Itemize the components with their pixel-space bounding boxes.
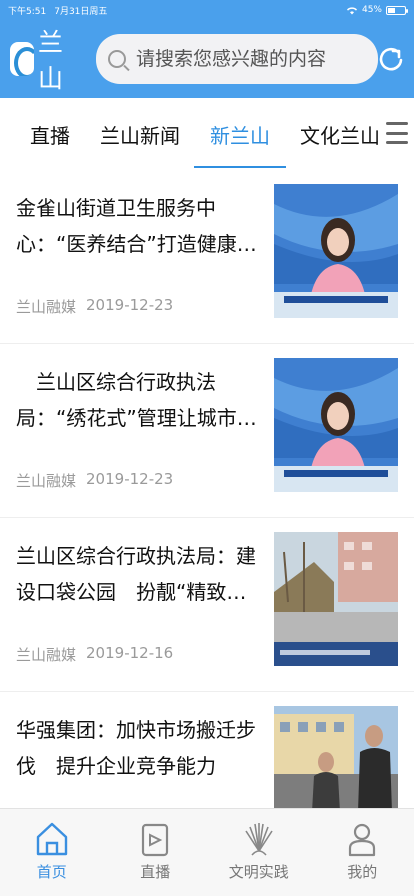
news-title: 兰山区综合行政执法局：建设口袋公园 扮靓“精致城... <box>16 544 256 604</box>
search-icon <box>108 50 126 68</box>
tabbar-civilization-practice[interactable]: 文明实践 <box>207 809 311 896</box>
news-title: 兰山区综合行政执法局：“绣花式”管理让城市管理... <box>16 370 257 430</box>
menu-icon[interactable] <box>386 120 408 146</box>
wifi-icon <box>346 6 357 14</box>
news-date: 2019-12-23 <box>86 470 174 488</box>
battery-percent: 45% <box>361 5 382 15</box>
news-thumbnail <box>274 358 398 492</box>
status-time: 下午5:51 <box>8 6 47 17</box>
news-thumbnail <box>274 706 398 812</box>
tab-lanshan-news[interactable]: 兰山新闻 <box>100 98 180 170</box>
status-date: 7月31日周五 <box>54 6 108 17</box>
tabbar-civilization-label: 文明实践 <box>228 863 289 881</box>
list-item[interactable]: 金雀山街道卫生服务中心：“医养结合”打造健康养老... 兰山融媒 2019-12… <box>0 170 414 344</box>
news-thumbnail <box>274 184 398 318</box>
news-date: 2019-12-23 <box>86 296 174 314</box>
refresh-button[interactable] <box>378 46 404 72</box>
news-thumbnail <box>274 532 398 666</box>
app-logo: 兰山 <box>10 23 84 95</box>
video-icon <box>142 823 169 857</box>
category-tabs: 直播 兰山新闻 新兰山 文化兰山 <box>0 98 414 170</box>
tabbar-home-label: 首页 <box>36 863 67 881</box>
bottom-tab-bar: 首页 直播 文明实践 我的 <box>0 808 414 896</box>
news-source: 兰山融媒 <box>16 472 77 490</box>
logo-text: 兰山 <box>37 28 63 93</box>
tabbar-live[interactable]: 直播 <box>104 809 208 896</box>
search-input[interactable] <box>136 48 366 70</box>
sunburst-icon <box>245 823 273 856</box>
news-title: 金雀山街道卫生服务中心：“医养结合”打造健康养老... <box>16 196 257 256</box>
news-title: 华强集团：加快市场搬迁步伐 提升企业竞争能力 <box>16 718 256 778</box>
list-item[interactable]: 华强集团：加快市场搬迁步伐 提升企业竞争能力 <box>0 692 414 812</box>
refresh-icon <box>379 47 403 71</box>
tabbar-live-label: 直播 <box>140 863 171 881</box>
battery-icon <box>386 5 408 15</box>
news-source: 兰山融媒 <box>16 298 77 316</box>
news-source: 兰山融媒 <box>16 646 77 664</box>
tab-culture-lanshan[interactable]: 文化兰山 <box>300 98 380 170</box>
tab-live[interactable]: 直播 <box>30 98 70 170</box>
news-date: 2019-12-16 <box>86 644 174 662</box>
home-icon <box>36 822 67 856</box>
tab-new-lanshan[interactable]: 新兰山 <box>194 98 286 170</box>
search-bar[interactable] <box>96 34 378 84</box>
app-header: 兰山 <box>0 20 414 98</box>
news-feed: 金雀山街道卫生服务中心：“医养结合”打造健康养老... 兰山融媒 2019-12… <box>0 170 414 812</box>
user-icon <box>349 823 376 857</box>
list-item[interactable]: 兰山区综合行政执法局：“绣花式”管理让城市管理... 兰山融媒 2019-12-… <box>0 344 414 518</box>
logo-mark-icon <box>10 42 34 76</box>
tabbar-home[interactable]: 首页 <box>0 809 104 896</box>
list-item[interactable]: 兰山区综合行政执法局：建设口袋公园 扮靓“精致城... 兰山融媒 2019-12… <box>0 518 414 692</box>
tabbar-profile-label: 我的 <box>347 863 378 881</box>
status-bar: 下午5:51 7月31日周五 45% <box>0 0 414 20</box>
tabbar-profile[interactable]: 我的 <box>311 809 414 896</box>
